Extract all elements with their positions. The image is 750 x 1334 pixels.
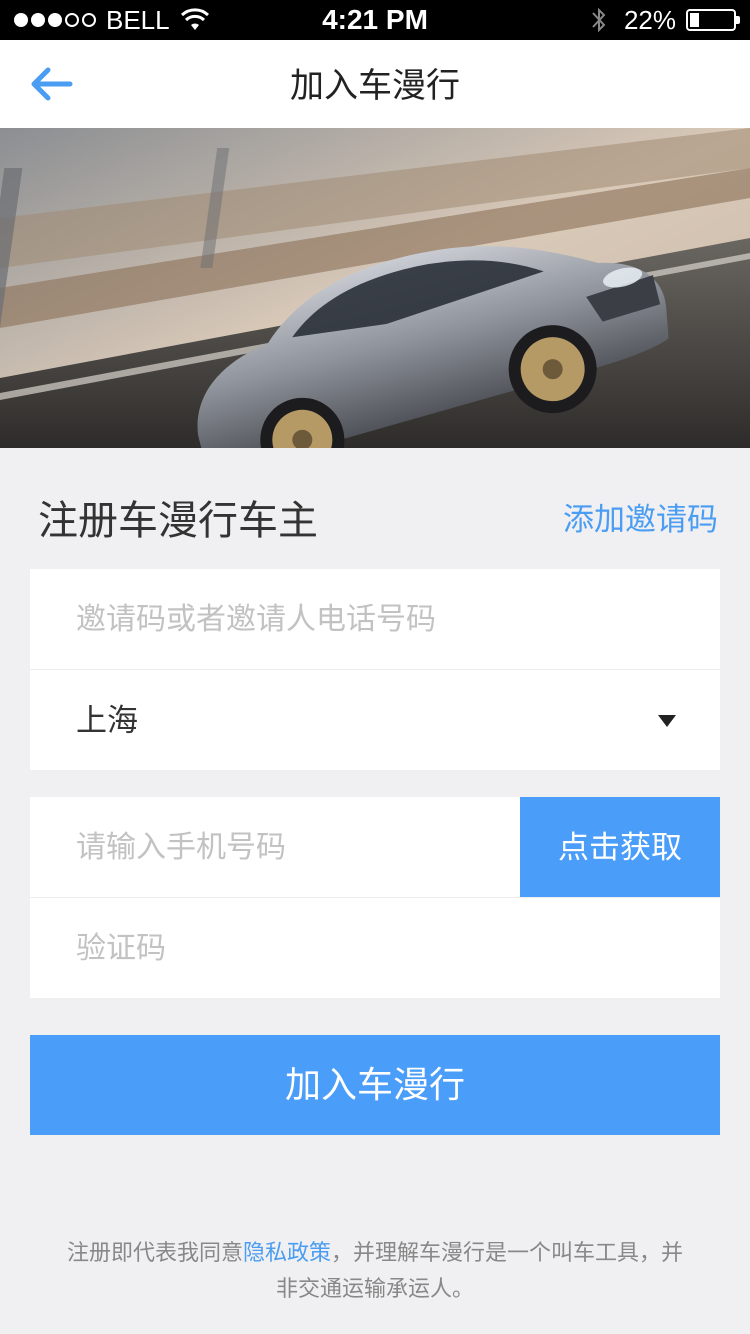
nav-bar: 加入车漫行 bbox=[0, 40, 750, 128]
caret-down-icon bbox=[658, 715, 676, 727]
invite-city-card: 上海 bbox=[30, 569, 720, 770]
car-photo bbox=[0, 128, 750, 448]
privacy-policy-link[interactable]: 隐私政策 bbox=[243, 1241, 331, 1266]
phone-input[interactable] bbox=[76, 797, 506, 897]
invite-code-input[interactable] bbox=[76, 569, 676, 669]
invite-row bbox=[30, 569, 720, 670]
phone-row: 点击获取 bbox=[30, 797, 720, 898]
city-select[interactable]: 上海 bbox=[30, 670, 720, 770]
agreement-prefix: 注册即代表我同意 bbox=[66, 1241, 243, 1266]
battery-icon bbox=[686, 9, 740, 31]
get-code-button[interactable]: 点击获取 bbox=[520, 797, 720, 897]
add-invite-code-link[interactable]: 添加邀请码 bbox=[563, 494, 718, 539]
status-right: 22% bbox=[590, 4, 740, 36]
battery-percent: 22% bbox=[623, 4, 676, 35]
agreement-suffix: ，并理解车漫行是一个叫车工具，并非交通运输承运人。 bbox=[275, 1241, 684, 1302]
phone-code-card: 点击获取 bbox=[30, 797, 720, 998]
verification-code-input[interactable] bbox=[76, 898, 676, 998]
page-title: 加入车漫行 bbox=[290, 66, 460, 106]
join-button[interactable]: 加入车漫行 bbox=[30, 1035, 720, 1135]
register-title: 注册车漫行车主 bbox=[38, 498, 318, 544]
agreement-text: 注册即代表我同意隐私政策，并理解车漫行是一个叫车工具，并非交通运输承运人。 bbox=[60, 1236, 690, 1308]
status-bar: BELL 4:21 PM 22% bbox=[0, 0, 750, 40]
bluetooth-icon bbox=[592, 7, 606, 33]
code-row bbox=[30, 898, 720, 998]
city-value: 上海 bbox=[76, 703, 138, 739]
hero-banner bbox=[0, 128, 750, 448]
